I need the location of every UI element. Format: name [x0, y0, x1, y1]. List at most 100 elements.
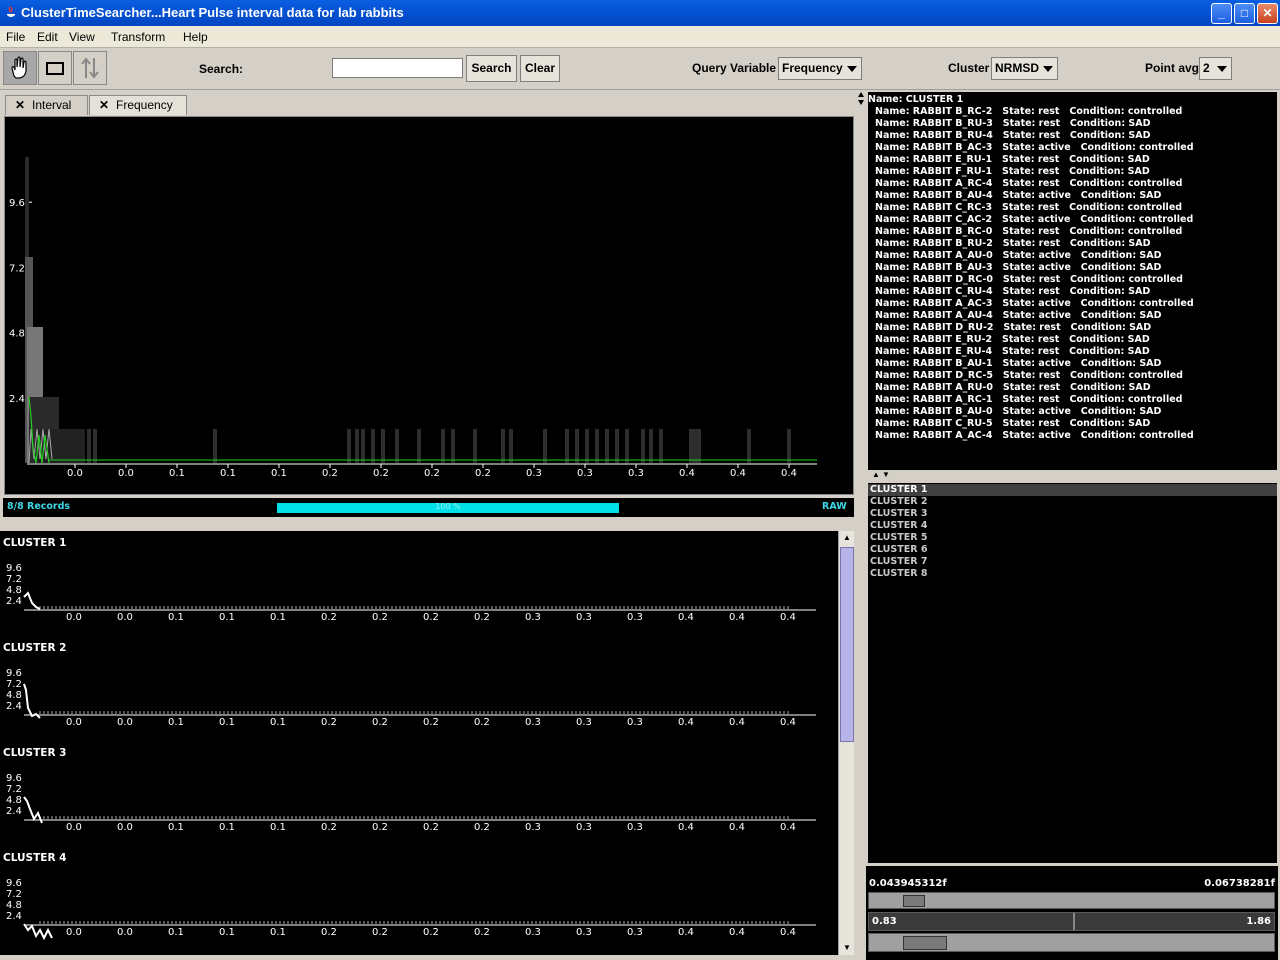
cluster-method-select[interactable]: NRMSD — [991, 57, 1058, 80]
query-bar — [565, 429, 569, 463]
menu-file[interactable]: File — [6, 30, 25, 44]
menu-edit[interactable]: Edit — [37, 30, 58, 44]
main-chart-panel[interactable]: 9.6 7.2 4.8 2.4 0.0 0.0 0.1 0.1 0.1 0.2 0.2 0.2 0.2 0… — [4, 116, 854, 495]
x-tick-label: 0.3 — [627, 612, 643, 623]
x-tick-label: 0.0 — [117, 612, 133, 623]
x-tick-label: 0.2 — [322, 468, 338, 479]
maximize-button[interactable]: □ — [1234, 3, 1255, 24]
search-button[interactable]: Search — [466, 55, 517, 82]
vertical-splitter[interactable] — [856, 90, 866, 960]
close-icon[interactable]: ✕ — [99, 96, 109, 114]
x-tick-label: 0.3 — [576, 927, 592, 938]
close-icon[interactable]: ✕ — [15, 96, 25, 114]
query-bar — [381, 429, 385, 463]
x-tick-label: 0.2 — [373, 468, 389, 479]
scroll-up-icon[interactable]: ▲ — [839, 531, 855, 545]
scroll-thumb[interactable] — [840, 547, 854, 742]
frequency-chart[interactable]: 9.6 7.2 4.8 2.4 0.0 0.0 0.1 0.1 0.1 0.2 0.2 0.2 0.2 0… — [5, 117, 853, 494]
cluster-record-line: Name: RABBIT B_RU-3 State: rest Conditio… — [875, 118, 1151, 129]
menu-help[interactable]: Help — [183, 30, 208, 44]
menu-transform[interactable]: Transform — [111, 30, 165, 44]
query-bar — [509, 429, 513, 463]
cluster-list-item[interactable]: CLUSTER 4 — [870, 520, 927, 531]
x-tick-label: 0.4 — [678, 717, 694, 728]
x-tick-label: 0.2 — [321, 612, 337, 623]
cluster-list-item[interactable]: CLUSTER 1 — [870, 484, 927, 495]
cluster-record-line: Name: RABBIT B_AU-0 State: active Condit… — [875, 406, 1162, 417]
cluster-thumbnail-title: CLUSTER 4 — [3, 852, 67, 864]
cluster-thumbnail-title: CLUSTER 2 — [3, 642, 67, 654]
cluster-record-line: Name: RABBIT B_AU-3 State: active Condit… — [875, 262, 1162, 273]
y-tick-label: 7.2 — [6, 889, 22, 900]
close-button[interactable]: ✕ — [1257, 3, 1278, 24]
x-tick-label: 0.2 — [372, 612, 388, 623]
cluster-list-item[interactable]: CLUSTER 3 — [870, 508, 927, 519]
x-tick-label: 0.1 — [168, 822, 184, 833]
cluster-list-item[interactable]: CLUSTER 8 — [870, 568, 927, 579]
point-avg-select[interactable]: 2 — [1199, 57, 1232, 80]
query-bar — [641, 429, 645, 463]
top-range-thumb[interactable] — [903, 895, 925, 907]
cluster-list-item[interactable]: CLUSTER 7 — [870, 556, 927, 567]
cluster-record-line: Name: RABBIT E_RU-4 State: rest Conditio… — [875, 346, 1150, 357]
menu-bar: File Edit View Transform Help — [0, 26, 1280, 48]
cluster-list-item[interactable]: CLUSTER 6 — [870, 544, 927, 555]
horizontal-splitter[interactable]: ▲ ▼ — [868, 470, 1277, 483]
x-tick-label: 0.4 — [780, 822, 796, 833]
x-tick-label: 0.4 — [678, 927, 694, 938]
query-bar — [473, 429, 477, 463]
x-tick-label: 0.4 — [781, 468, 797, 479]
bottom-range-slider[interactable] — [868, 933, 1275, 952]
splitter-up-icon[interactable]: ▲ — [872, 470, 880, 479]
range-filter-panel: 0.043945312f 0.06738281f 0.83 1.86 — [866, 866, 1278, 960]
bottom-range-min: 0.83 — [872, 916, 897, 927]
x-tick-label: 0.0 — [66, 612, 82, 623]
x-tick-label: 0.2 — [475, 468, 491, 479]
x-tick-label: 0.3 — [627, 717, 643, 728]
cluster-record-line: Name: RABBIT A_AC-4 State: active Condit… — [875, 430, 1194, 441]
tab-interval[interactable]: ✕ Interval — [5, 95, 88, 115]
y-tick-label: 2.4 — [6, 701, 22, 712]
cluster-record-line: Name: RABBIT F_RU-1 State: rest Conditio… — [875, 166, 1150, 177]
clear-button[interactable]: Clear — [520, 55, 560, 82]
cluster-record-line: Name: RABBIT C_RU-4 State: rest Conditio… — [875, 286, 1151, 297]
cluster-thumbnails-panel[interactable]: CLUSTER 1 9.6 7.2 4.8 2.4 0.0 0.0 0.1 0.1 0.1 0.2 0… — [0, 531, 838, 955]
x-tick-label: 0.2 — [474, 612, 490, 623]
rectangle-tool-button[interactable] — [38, 51, 72, 85]
splitter-left-icon[interactable] — [858, 92, 864, 97]
cluster-list-panel[interactable]: CLUSTER 1 CLUSTER 2 CLUSTER 3 CLUSTER 4 CLUS… — [868, 483, 1277, 863]
top-range-slider[interactable] — [868, 892, 1275, 909]
cluster-thumbnails-chart[interactable]: CLUSTER 19.67.24.82.40.0 0.0 0.1 0.1 0.1 0.2 0… — [0, 531, 838, 955]
splitter-down-icon[interactable]: ▼ — [882, 470, 890, 479]
cluster-info-header: Name: CLUSTER 1 — [868, 94, 964, 105]
query-bar — [689, 429, 701, 463]
menu-view[interactable]: View — [69, 30, 95, 44]
scroll-down-icon[interactable]: ▼ — [839, 941, 855, 955]
title-bar: ClusterTimeSearcher...Heart Pulse interv… — [0, 0, 1280, 26]
minimize-button[interactable]: _ — [1211, 3, 1232, 24]
search-input[interactable] — [332, 58, 463, 78]
cluster-record-line: Name: RABBIT D_RU-2 State: rest Conditio… — [875, 322, 1152, 333]
cluster-info-panel[interactable]: Name: CLUSTER 1 Name: RABBIT B_RC-2 Stat… — [868, 92, 1277, 470]
x-tick-label: 0.3 — [627, 927, 643, 938]
x-tick-label: 0.3 — [525, 927, 541, 938]
point-avg-value: 2 — [1203, 61, 1210, 75]
cluster-scrollbar[interactable]: ▲ ▼ — [838, 531, 854, 955]
cluster-record-line: Name: RABBIT B_RC-0 State: rest Conditio… — [875, 226, 1183, 237]
query-variable-select[interactable]: Frequency — [778, 57, 862, 80]
bottom-range-bar[interactable]: 0.83 1.86 — [868, 912, 1275, 931]
x-tick-label: 0.0 — [118, 468, 134, 479]
x-tick-label: 0.2 — [423, 612, 439, 623]
sort-tool-button[interactable] — [73, 51, 107, 85]
y-tick-label: 7.2 — [6, 574, 22, 585]
splitter-right-icon[interactable] — [858, 100, 864, 105]
y-tick-label: 7.2 — [6, 784, 22, 795]
tab-frequency[interactable]: ✕ Frequency — [89, 95, 187, 115]
x-tick-label: 0.1 — [219, 717, 235, 728]
bottom-range-thumb[interactable] — [903, 936, 947, 950]
cluster-record-line: Name: RABBIT E_RU-1 State: rest Conditio… — [875, 154, 1150, 165]
pan-tool-button[interactable] — [3, 51, 37, 85]
cluster-list-item[interactable]: CLUSTER 2 — [870, 496, 927, 507]
cluster-list-item[interactable]: CLUSTER 5 — [870, 532, 927, 543]
cluster-record-line: Name: RABBIT D_RC-5 State: rest Conditio… — [875, 370, 1183, 381]
